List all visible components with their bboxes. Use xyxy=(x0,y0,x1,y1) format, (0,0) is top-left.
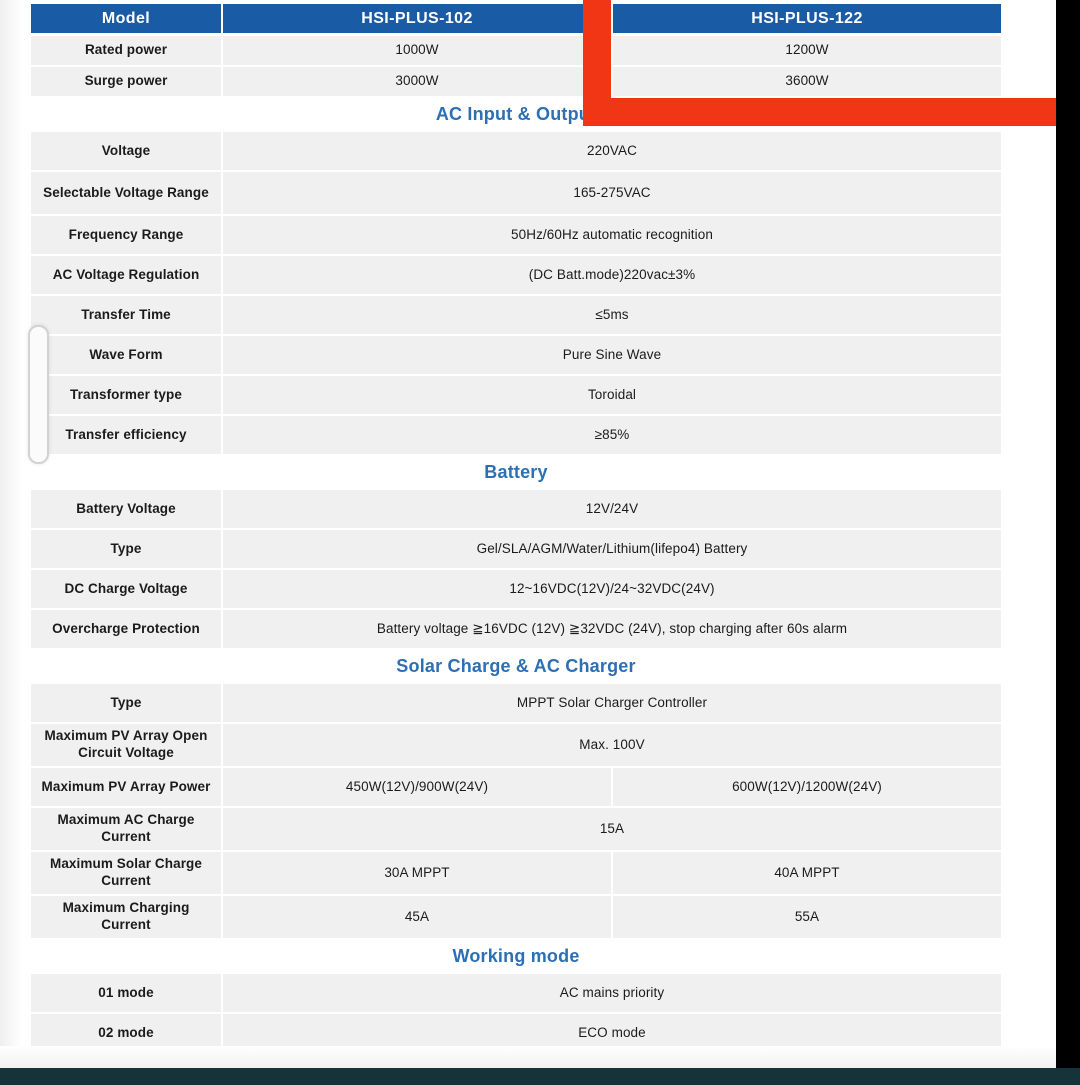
page-left-shading xyxy=(0,0,22,1085)
row-value: 50Hz/60Hz automatic recognition xyxy=(223,216,1001,254)
table-header-row: Model HSI-PLUS-102 HSI-PLUS-122 xyxy=(31,4,1001,33)
row-label: Overcharge Protection xyxy=(31,610,221,648)
row-value-col2: 3600W xyxy=(613,67,1001,96)
table-row: Maximum PV Array Power 450W(12V)/900W(24V… xyxy=(31,768,1001,806)
row-value: 15A xyxy=(223,808,1001,850)
table-row: Wave Form Pure Sine Wave xyxy=(31,336,1001,374)
table-row: Type Gel/SLA/AGM/Water/Lithium(lifepo4) B… xyxy=(31,530,1001,568)
vertical-scrollbar-thumb[interactable] xyxy=(28,325,49,464)
row-value-col2: 40A MPPT xyxy=(613,852,1001,894)
row-label: Rated power xyxy=(31,36,221,65)
row-value: Toroidal xyxy=(223,376,1001,414)
row-label: Selectable Voltage Range xyxy=(31,172,221,214)
row-value: (DC Batt.mode)220vac±3% xyxy=(223,256,1001,294)
row-value: 12~16VDC(12V)/24~32VDC(24V) xyxy=(223,570,1001,608)
row-value: Max. 100V xyxy=(223,724,1001,766)
row-label: Surge power xyxy=(31,67,221,96)
row-value: Battery voltage ≧16VDC (12V) ≧32VDC (24V… xyxy=(223,610,1001,648)
row-label: Transfer efficiency xyxy=(31,416,221,454)
row-value-col1: 30A MPPT xyxy=(223,852,611,894)
table-row: Maximum Solar Charge Current 30A MPPT 40A … xyxy=(31,852,1001,894)
screenshot-root: Model HSI-PLUS-102 HSI-PLUS-122 Rated power… xyxy=(0,0,1080,1085)
row-value: 12V/24V xyxy=(223,490,1001,528)
device-bottom-bar xyxy=(0,1068,1080,1085)
section-title: Working mode xyxy=(31,940,1001,974)
row-label: AC Voltage Regulation xyxy=(31,256,221,294)
table-row: Transfer Time ≤5ms xyxy=(31,296,1001,334)
header-model-102: HSI-PLUS-102 xyxy=(223,4,611,33)
row-label: Maximum Charging Current xyxy=(31,896,221,938)
row-label: Transfer Time xyxy=(31,296,221,334)
row-value-col1: 1000W xyxy=(223,36,611,65)
row-value-col2: 1200W xyxy=(613,36,1001,65)
table-row: Rated power 1000W 1200W xyxy=(31,36,1001,65)
row-label: Maximum PV Array Open Circuit Voltage xyxy=(31,724,221,766)
row-label: Type xyxy=(31,684,221,722)
specification-table: Model HSI-PLUS-102 HSI-PLUS-122 Rated power… xyxy=(31,4,1001,1085)
row-label: DC Charge Voltage xyxy=(31,570,221,608)
row-value: MPPT Solar Charger Controller xyxy=(223,684,1001,722)
section-title: AC Input & Output xyxy=(31,98,1001,132)
row-value-col1: 450W(12V)/900W(24V) xyxy=(223,768,611,806)
table-row: Battery Voltage 12V/24V xyxy=(31,490,1001,528)
row-label: Type xyxy=(31,530,221,568)
row-value-col2: 600W(12V)/1200W(24V) xyxy=(613,768,1001,806)
table-row: DC Charge Voltage 12~16VDC(12V)/24~32VDC(… xyxy=(31,570,1001,608)
page-bottom-shading xyxy=(0,1046,1056,1068)
row-value-col1: 3000W xyxy=(223,67,611,96)
device-right-edge-strip xyxy=(1056,0,1080,1085)
row-value: Pure Sine Wave xyxy=(223,336,1001,374)
row-label: Voltage xyxy=(31,132,221,170)
table-row: AC Voltage Regulation (DC Batt.mode)220va… xyxy=(31,256,1001,294)
table-row: Maximum Charging Current 45A 55A xyxy=(31,896,1001,938)
section-title: Solar Charge & AC Charger xyxy=(31,650,1001,684)
row-value: AC mains priority xyxy=(223,974,1001,1012)
table-row: Transfer efficiency ≥85% xyxy=(31,416,1001,454)
row-value: 220VAC xyxy=(223,132,1001,170)
table-row: 01 mode AC mains priority xyxy=(31,974,1001,1012)
table-row: Surge power 3000W 3600W xyxy=(31,67,1001,96)
row-value: ≥85% xyxy=(223,416,1001,454)
section-title: Battery xyxy=(31,456,1001,490)
row-label: Wave Form xyxy=(31,336,221,374)
row-label: Maximum Solar Charge Current xyxy=(31,852,221,894)
row-value-col1: 45A xyxy=(223,896,611,938)
table-row: Type MPPT Solar Charger Controller xyxy=(31,684,1001,722)
row-label: Maximum AC Charge Current xyxy=(31,808,221,850)
table-row: Frequency Range 50Hz/60Hz automatic recog… xyxy=(31,216,1001,254)
table-row: Maximum PV Array Open Circuit Voltage Max… xyxy=(31,724,1001,766)
row-label: 01 mode xyxy=(31,974,221,1012)
table-row: Overcharge Protection Battery voltage ≧16… xyxy=(31,610,1001,648)
row-label: Frequency Range xyxy=(31,216,221,254)
row-value: ≤5ms xyxy=(223,296,1001,334)
row-value: Gel/SLA/AGM/Water/Lithium(lifepo4) Batte… xyxy=(223,530,1001,568)
table-row: Selectable Voltage Range 165-275VAC xyxy=(31,172,1001,214)
row-label: Battery Voltage xyxy=(31,490,221,528)
table-row: Transformer type Toroidal xyxy=(31,376,1001,414)
row-label: Transformer type xyxy=(31,376,221,414)
row-value-col2: 55A xyxy=(613,896,1001,938)
document-page: Model HSI-PLUS-102 HSI-PLUS-122 Rated power… xyxy=(0,0,1056,1085)
header-model-122: HSI-PLUS-122 xyxy=(613,4,1001,33)
row-value: 165-275VAC xyxy=(223,172,1001,214)
table-row: Maximum AC Charge Current 15A xyxy=(31,808,1001,850)
table-row: Voltage 220VAC xyxy=(31,132,1001,170)
row-label: Maximum PV Array Power xyxy=(31,768,221,806)
header-model-label: Model xyxy=(31,4,221,33)
